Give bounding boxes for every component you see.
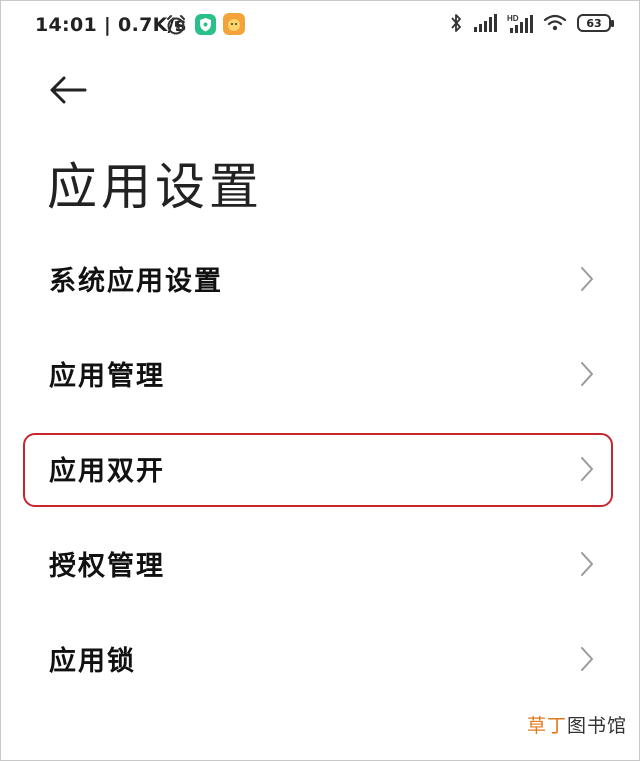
security-app-icon xyxy=(195,14,216,35)
chevron-right-icon xyxy=(581,266,593,291)
watermark-accent: 草丁 xyxy=(526,715,567,737)
menu-item-label: 应用管理 xyxy=(49,361,165,392)
status-bar: 14:01 | 0.7K/s HD 63 xyxy=(1,1,640,51)
menu-item-label: 应用锁 xyxy=(49,646,136,677)
app-notification-icon xyxy=(223,13,245,35)
battery-indicator: 63 xyxy=(577,14,614,32)
page-title: 应用设置 xyxy=(47,158,263,216)
back-arrow-icon[interactable] xyxy=(49,73,89,107)
svg-text:HD: HD xyxy=(507,14,519,23)
status-icons: HD 63 xyxy=(449,13,614,33)
menu-item-label: 系统应用设置 xyxy=(49,266,223,297)
wifi-icon xyxy=(543,14,567,31)
menu-item-label: 授权管理 xyxy=(49,551,165,582)
chevron-right-icon xyxy=(581,551,593,576)
highlight-box xyxy=(23,433,613,507)
watermark: 草丁图书馆 xyxy=(527,711,627,738)
menu-item-permissions[interactable]: 授权管理 xyxy=(1,516,640,611)
battery-level: 63 xyxy=(586,16,602,30)
status-time: 14:01 | 0.7K/s xyxy=(35,14,187,36)
chevron-right-icon xyxy=(581,646,593,671)
watermark-rest: 图书馆 xyxy=(566,715,627,737)
menu-item-system-app-settings[interactable]: 系统应用设置 xyxy=(1,231,640,326)
bluetooth-icon xyxy=(451,14,461,32)
menu-item-app-management[interactable]: 应用管理 xyxy=(1,326,640,421)
alarm-clock-icon xyxy=(167,15,185,35)
chevron-right-icon xyxy=(581,361,593,386)
signal-icon xyxy=(474,14,497,32)
menu-item-app-lock[interactable]: 应用锁 xyxy=(1,611,640,706)
signal-hd-icon: HD xyxy=(507,14,533,33)
